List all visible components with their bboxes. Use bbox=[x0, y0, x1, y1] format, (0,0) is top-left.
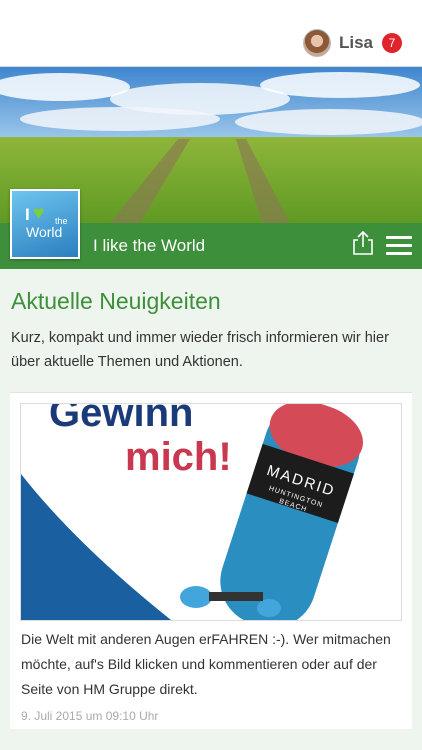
share-icon[interactable] bbox=[352, 230, 374, 255]
username[interactable]: Lisa bbox=[339, 33, 373, 53]
heart-icon: ♥ bbox=[33, 203, 45, 224]
user-menu[interactable]: Lisa 7 bbox=[302, 29, 402, 57]
avatar[interactable] bbox=[302, 29, 331, 57]
notification-badge[interactable]: 7 bbox=[382, 33, 402, 53]
hamburger-menu-icon[interactable] bbox=[386, 236, 412, 256]
post-date: 9. Juli 2015 um 09:10 Uhr bbox=[21, 709, 159, 723]
site-logo[interactable]: I ♥ the World bbox=[10, 189, 80, 259]
site-title[interactable]: I like the World bbox=[93, 236, 205, 256]
post-image[interactable]: Gewinn mich! MADRID HUNTINGTON BEACH bbox=[20, 403, 402, 621]
logo-letter: I bbox=[25, 205, 30, 224]
section-heading: Aktuelle Neuigkeiten bbox=[11, 288, 221, 314]
section-intro: Kurz, kompakt und immer wieder frisch in… bbox=[11, 330, 389, 370]
post-text: Die Welt mit anderen Augen erFAHREN :-).… bbox=[21, 631, 391, 697]
logo-world: World bbox=[26, 224, 63, 240]
mich-text: mich! bbox=[125, 435, 232, 479]
gewinn-text: Gewinn bbox=[49, 404, 193, 435]
top-bar: Lisa 7 bbox=[0, 0, 422, 67]
news-post-card[interactable]: Gewinn mich! MADRID HUNTINGTON BEACH Die… bbox=[10, 392, 412, 729]
